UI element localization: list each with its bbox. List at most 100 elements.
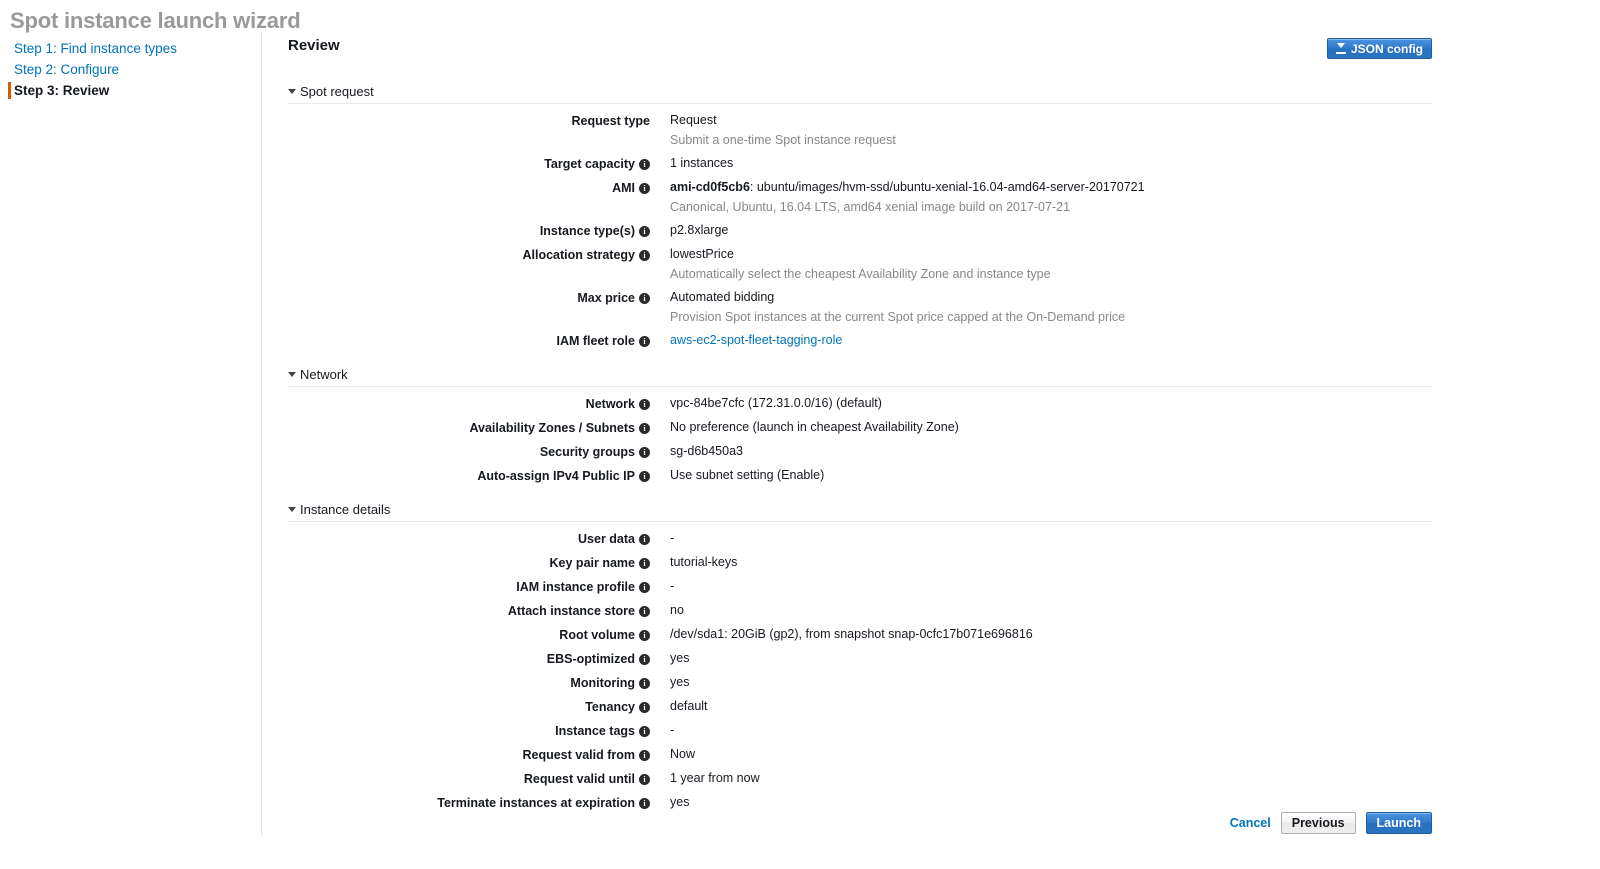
detail-label-text: IAM instance profile — [516, 580, 635, 594]
info-icon[interactable]: i — [639, 446, 650, 458]
detail-row-label: Max price i — [288, 289, 650, 306]
detail-label-text: Request type — [571, 114, 651, 128]
detail-label-text: AMI — [612, 181, 635, 195]
detail-row: IAM fleet role i aws-ec2-spot-fleet-taggin… — [288, 332, 1432, 349]
detail-label-text: Root volume — [559, 628, 635, 642]
detail-row-label: Terminate instances at expiration i — [288, 794, 650, 811]
detail-row: Instance type(s) i p2.8xlarge — [288, 222, 1432, 239]
info-icon[interactable]: i — [639, 182, 650, 194]
section-title: Instance details — [300, 502, 391, 517]
detail-row: Tenancy i default — [288, 698, 1432, 715]
detail-value-text: - — [670, 531, 675, 545]
detail-label-text: EBS-optimized — [546, 652, 635, 666]
detail-row-value: p2.8xlarge — [670, 222, 728, 238]
wizard-steps-nav: Step 1: Find instance types Step 2: Confi… — [0, 38, 252, 101]
detail-value-emphasis: ami-cd0f5cb6 — [670, 180, 750, 194]
detail-value-text: 1 year from now — [670, 771, 760, 785]
detail-row-label: AMI i — [288, 179, 650, 196]
detail-value-text: vpc-84be7cfc (172.31.0.0/16) (default) — [670, 396, 882, 410]
launch-button[interactable]: Launch — [1365, 812, 1432, 834]
detail-row-label: Availability Zones / Subnets i — [288, 419, 650, 436]
detail-label-text: Instance type(s) — [539, 224, 635, 238]
cancel-button[interactable]: Cancel — [1230, 816, 1271, 830]
detail-row: Instance tags i - — [288, 722, 1432, 739]
detail-value-text: default — [670, 699, 708, 713]
info-icon[interactable]: i — [639, 470, 650, 482]
info-icon[interactable]: i — [639, 797, 650, 809]
detail-row-value: default — [670, 698, 708, 714]
section-instance-details: Instance details User data i - Key pair name… — [288, 502, 1432, 811]
info-icon[interactable]: i — [639, 557, 650, 569]
detail-row-value: - — [670, 530, 674, 546]
section-toggle-network[interactable]: Network — [288, 367, 348, 386]
previous-button[interactable]: Previous — [1280, 812, 1356, 834]
detail-value-text: sg-d6b450a3 — [670, 444, 743, 458]
info-icon[interactable]: i — [639, 581, 650, 593]
detail-row: Request type Request Submit a one-time Spo… — [288, 112, 1432, 148]
detail-value-text: p2.8xlarge — [670, 223, 729, 237]
json-config-button[interactable]: JSON config — [1326, 38, 1432, 59]
detail-row: Availability Zones / Subnets i No preferen… — [288, 419, 1432, 436]
detail-row-label: Instance type(s) i — [288, 222, 650, 239]
section-toggle-spot-request[interactable]: Spot request — [288, 84, 374, 103]
download-icon — [1335, 43, 1346, 54]
section-spot-request: Spot request Request type Request Submit a … — [288, 84, 1432, 349]
section-body: Network i vpc-84be7cfc (172.31.0.0/16) (de… — [288, 387, 1432, 484]
wizard-step-3[interactable]: Step 3: Review — [0, 80, 252, 101]
info-icon[interactable]: i — [639, 773, 650, 785]
info-icon[interactable]: i — [639, 725, 650, 737]
detail-value-text: yes — [670, 675, 690, 689]
wizard-step-2[interactable]: Step 2: Configure — [0, 59, 252, 80]
detail-label-text: Allocation strategy — [522, 248, 635, 262]
detail-value-link[interactable]: aws-ec2-spot-fleet-tagging-role — [670, 333, 842, 347]
detail-row: Monitoring i yes — [288, 674, 1432, 691]
detail-value-text: - — [670, 723, 675, 737]
info-icon[interactable]: i — [639, 335, 650, 347]
detail-row-value: Use subnet setting (Enable) — [670, 467, 824, 483]
detail-row-label: Root volume i — [288, 626, 650, 643]
info-icon[interactable]: i — [639, 629, 650, 641]
detail-label-text: Tenancy — [585, 700, 635, 714]
detail-value-sub: Canonical, Ubuntu, 16.04 LTS, amd64 xeni… — [670, 200, 1071, 214]
info-icon[interactable]: i — [639, 225, 650, 237]
panel-header: Review JSON config — [288, 36, 1432, 70]
wizard-step-1[interactable]: Step 1: Find instance types — [0, 38, 252, 59]
info-icon[interactable]: i — [639, 422, 650, 434]
detail-value-text: Automated bidding — [670, 290, 775, 304]
section-body: User data i - Key pair name i tutorial-keys IA… — [288, 522, 1432, 811]
section-toggle-instance-details[interactable]: Instance details — [288, 502, 390, 521]
detail-row: Network i vpc-84be7cfc (172.31.0.0/16) (de… — [288, 395, 1432, 412]
info-icon[interactable]: i — [639, 292, 650, 304]
caret-down-icon — [288, 507, 296, 512]
info-icon[interactable]: i — [639, 749, 650, 761]
detail-row: Security groups i sg-d6b450a3 — [288, 443, 1432, 460]
detail-row-label: Tenancy i — [288, 698, 650, 715]
detail-label-text: Monitoring — [570, 676, 635, 690]
info-icon[interactable]: i — [639, 533, 650, 545]
detail-label-text: Request valid from — [522, 748, 635, 762]
detail-value-text: /dev/sda1: 20GiB (gp2), from snapshot sn… — [670, 627, 1033, 641]
detail-row-value: - — [670, 578, 674, 594]
detail-row-label: Request type — [288, 112, 651, 129]
detail-row: Max price i Automated bidding Provision Spo… — [288, 289, 1432, 325]
info-icon[interactable]: i — [639, 605, 650, 617]
page-title: Spot instance launch wizard — [10, 8, 301, 33]
info-icon[interactable]: i — [639, 653, 650, 665]
info-icon[interactable]: i — [639, 249, 650, 261]
detail-row-label: IAM fleet role i — [288, 332, 650, 349]
detail-value-text: Request — [670, 113, 717, 127]
detail-row-value: Request Submit a one-time Spot instance r… — [670, 112, 896, 148]
json-config-label: JSON config — [1350, 41, 1423, 56]
detail-label-text: Instance tags — [555, 724, 635, 738]
detail-label-text: Security groups — [539, 445, 635, 459]
info-icon[interactable]: i — [639, 701, 650, 713]
detail-row-value: ami-cd0f5cb6: ubuntu/images/hvm-ssd/ubun… — [670, 179, 1145, 215]
detail-row-value: sg-d6b450a3 — [670, 443, 743, 459]
detail-row: Request valid from i Now — [288, 746, 1432, 763]
detail-row-value: no — [670, 602, 684, 618]
review-panel: Review JSON config Spot request Request t… — [288, 36, 1432, 818]
info-icon[interactable]: i — [639, 158, 650, 170]
info-icon[interactable]: i — [639, 398, 650, 410]
info-icon[interactable]: i — [639, 677, 650, 689]
detail-row-value: - — [670, 722, 674, 738]
